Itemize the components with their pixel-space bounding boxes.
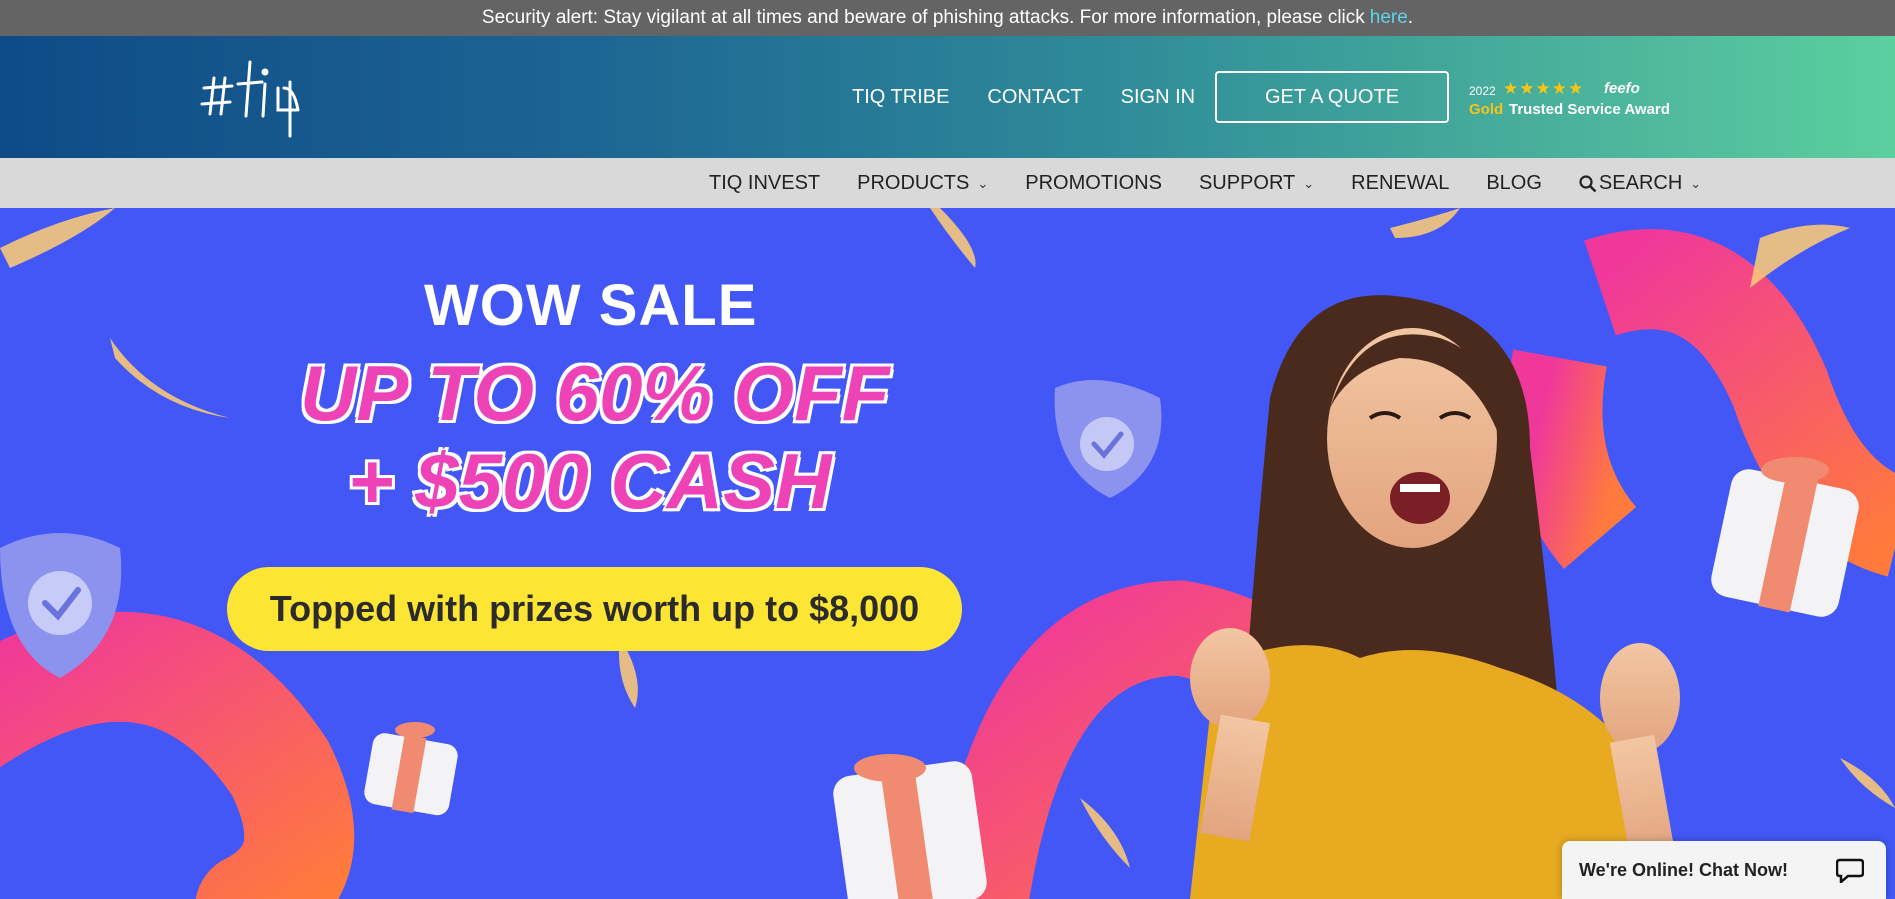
chat-bubble-icon — [1836, 858, 1864, 883]
sub-nav: TIQ INVEST PRODUCTS ⌄ PROMOTIONS SUPPORT ⌄… — [0, 158, 1895, 208]
prize-banner: Topped with prizes worth up to $8,000 — [227, 567, 962, 651]
shield-check-icon — [1054, 380, 1162, 498]
security-alert-text: Security alert: Stay vigilant at all tim… — [481, 7, 1365, 28]
subnav-support-label: SUPPORT — [1198, 172, 1296, 194]
subnav-renewal-label: RENEWAL — [1351, 172, 1450, 194]
excited-woman-photo — [1190, 295, 1700, 899]
subnav-blog-label: BLOG — [1486, 172, 1542, 194]
subnav-tiq-invest[interactable]: TIQ INVEST — [709, 172, 820, 195]
chat-label: We're Online! Chat Now! — [1579, 859, 1788, 880]
security-alert-period: . — [1407, 7, 1414, 28]
nav-tiq-tribe[interactable]: TIQ TRIBE — [852, 86, 949, 109]
rating-stars-icon: ★★★★★ — [1503, 79, 1585, 98]
tiq-logo[interactable] — [198, 58, 324, 138]
nav-sign-in[interactable]: SIGN IN — [1121, 86, 1195, 109]
search-icon — [1579, 174, 1597, 192]
subnav-products[interactable]: PRODUCTS ⌄ — [857, 172, 988, 195]
subnav-support[interactable]: SUPPORT ⌄ — [1199, 172, 1314, 195]
nav-contact[interactable]: CONTACT — [987, 86, 1082, 109]
hero-banner[interactable]: WOW SALE UP TO 60% OFF + $500 CASH Toppe… — [0, 208, 1895, 899]
award-label: Trusted Service Award — [1509, 101, 1670, 118]
chevron-down-icon: ⌄ — [1690, 175, 1702, 191]
security-alert-link[interactable]: here — [1370, 7, 1408, 29]
get-a-quote-button[interactable]: GET A QUOTE — [1215, 71, 1449, 123]
live-chat-widget[interactable]: We're Online! Chat Now! — [1562, 841, 1886, 899]
feefo-award-badge[interactable]: 2022 ★★★★★ feefo Gold Trusted Service Aw… — [1469, 79, 1679, 118]
feefo-logo: feefo — [1604, 80, 1640, 97]
award-gold-label: Gold — [1469, 101, 1504, 118]
subnav-search-label: SEARCH — [1598, 172, 1683, 194]
subnav-renewal[interactable]: RENEWAL — [1351, 172, 1449, 195]
subnav-promotions-label: PROMOTIONS — [1025, 172, 1162, 194]
subnav-tiq-invest-label: TIQ INVEST — [709, 172, 821, 194]
chevron-down-icon: ⌄ — [977, 175, 989, 191]
top-nav: TIQ TRIBE CONTACT SIGN IN — [852, 86, 1195, 109]
site-header: TIQ TRIBE CONTACT SIGN IN GET A QUOTE 20… — [0, 36, 1895, 158]
subnav-products-label: PRODUCTS — [857, 172, 970, 194]
hero-offer-line2: + $500 CASH — [346, 436, 832, 527]
subnav-promotions[interactable]: PROMOTIONS — [1025, 172, 1162, 195]
subnav-blog[interactable]: BLOG — [1486, 172, 1542, 195]
hero-background-illustration — [0, 208, 1895, 899]
chevron-down-icon: ⌄ — [1303, 175, 1315, 191]
award-year: 2022 — [1469, 84, 1496, 98]
subnav-search[interactable]: SEARCH ⌄ — [1579, 172, 1701, 195]
hero-offer-line1: UP TO 60% OFF — [298, 348, 890, 439]
security-alert-bar: Security alert: Stay vigilant at all tim… — [0, 0, 1895, 36]
hero-headline: WOW SALE — [424, 273, 758, 338]
